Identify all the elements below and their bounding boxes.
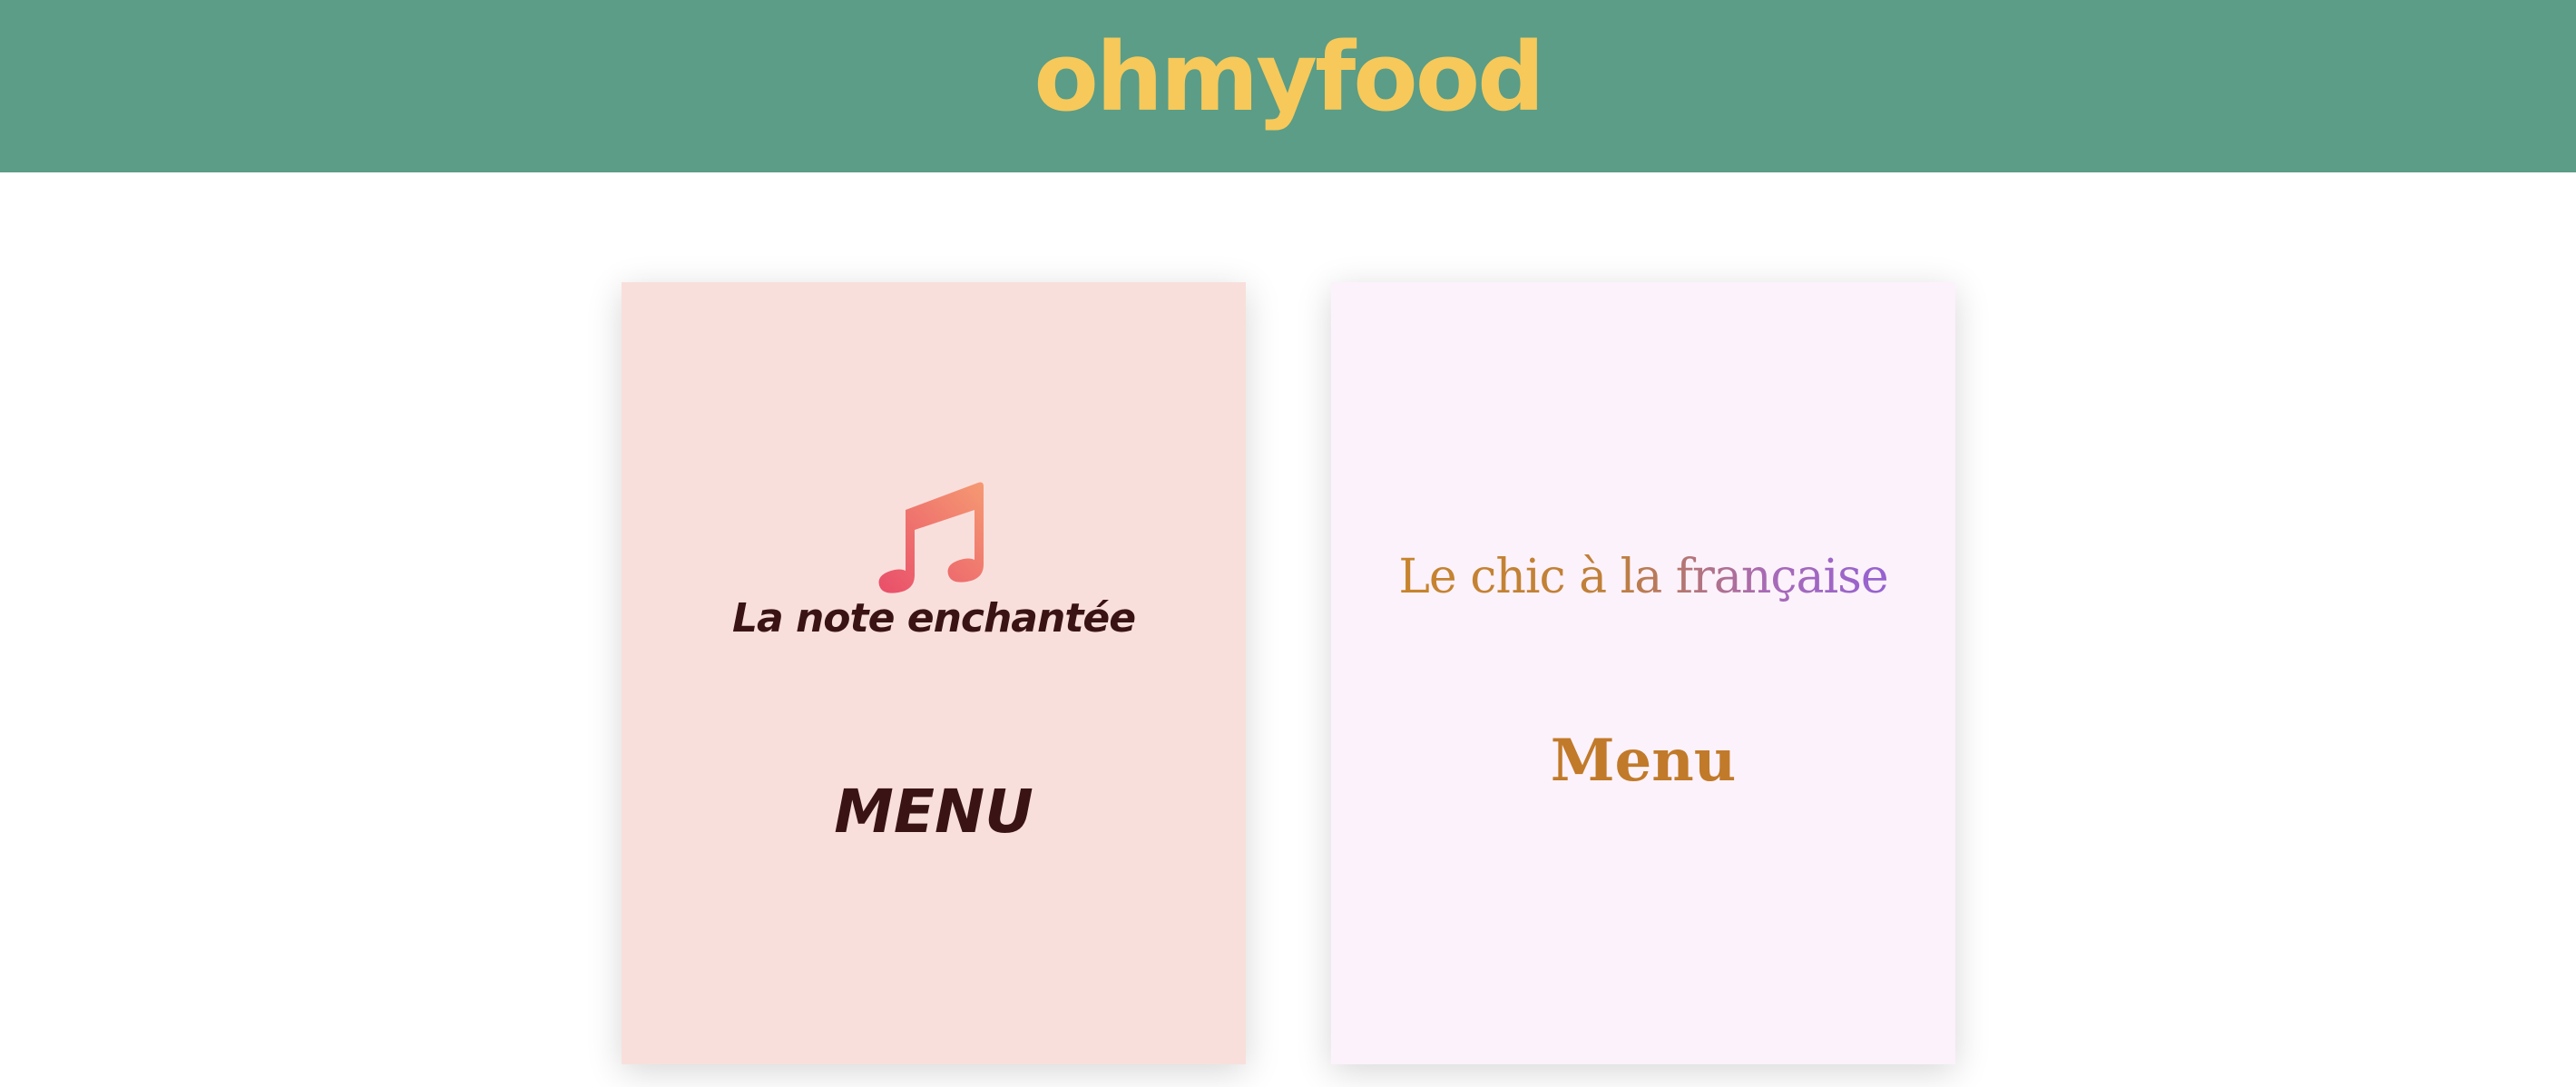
site-logo[interactable]: ohmyfood (1033, 30, 1544, 124)
menu-link[interactable]: MENU (622, 777, 1246, 847)
restaurant-name: La note enchantée (731, 595, 1136, 641)
music-note-icon (878, 482, 984, 593)
restaurant-name: Le chic à la française (1331, 550, 1955, 604)
site-header: ohmyfood (0, 0, 2576, 172)
restaurant-card-le-chic-a-la-francaise[interactable]: Le chic à la française Menu (1331, 282, 1955, 1064)
restaurant-card-la-note-enchantee[interactable]: La note enchantée MENU (622, 282, 1246, 1064)
menu-link[interactable]: Menu (1331, 727, 1955, 795)
